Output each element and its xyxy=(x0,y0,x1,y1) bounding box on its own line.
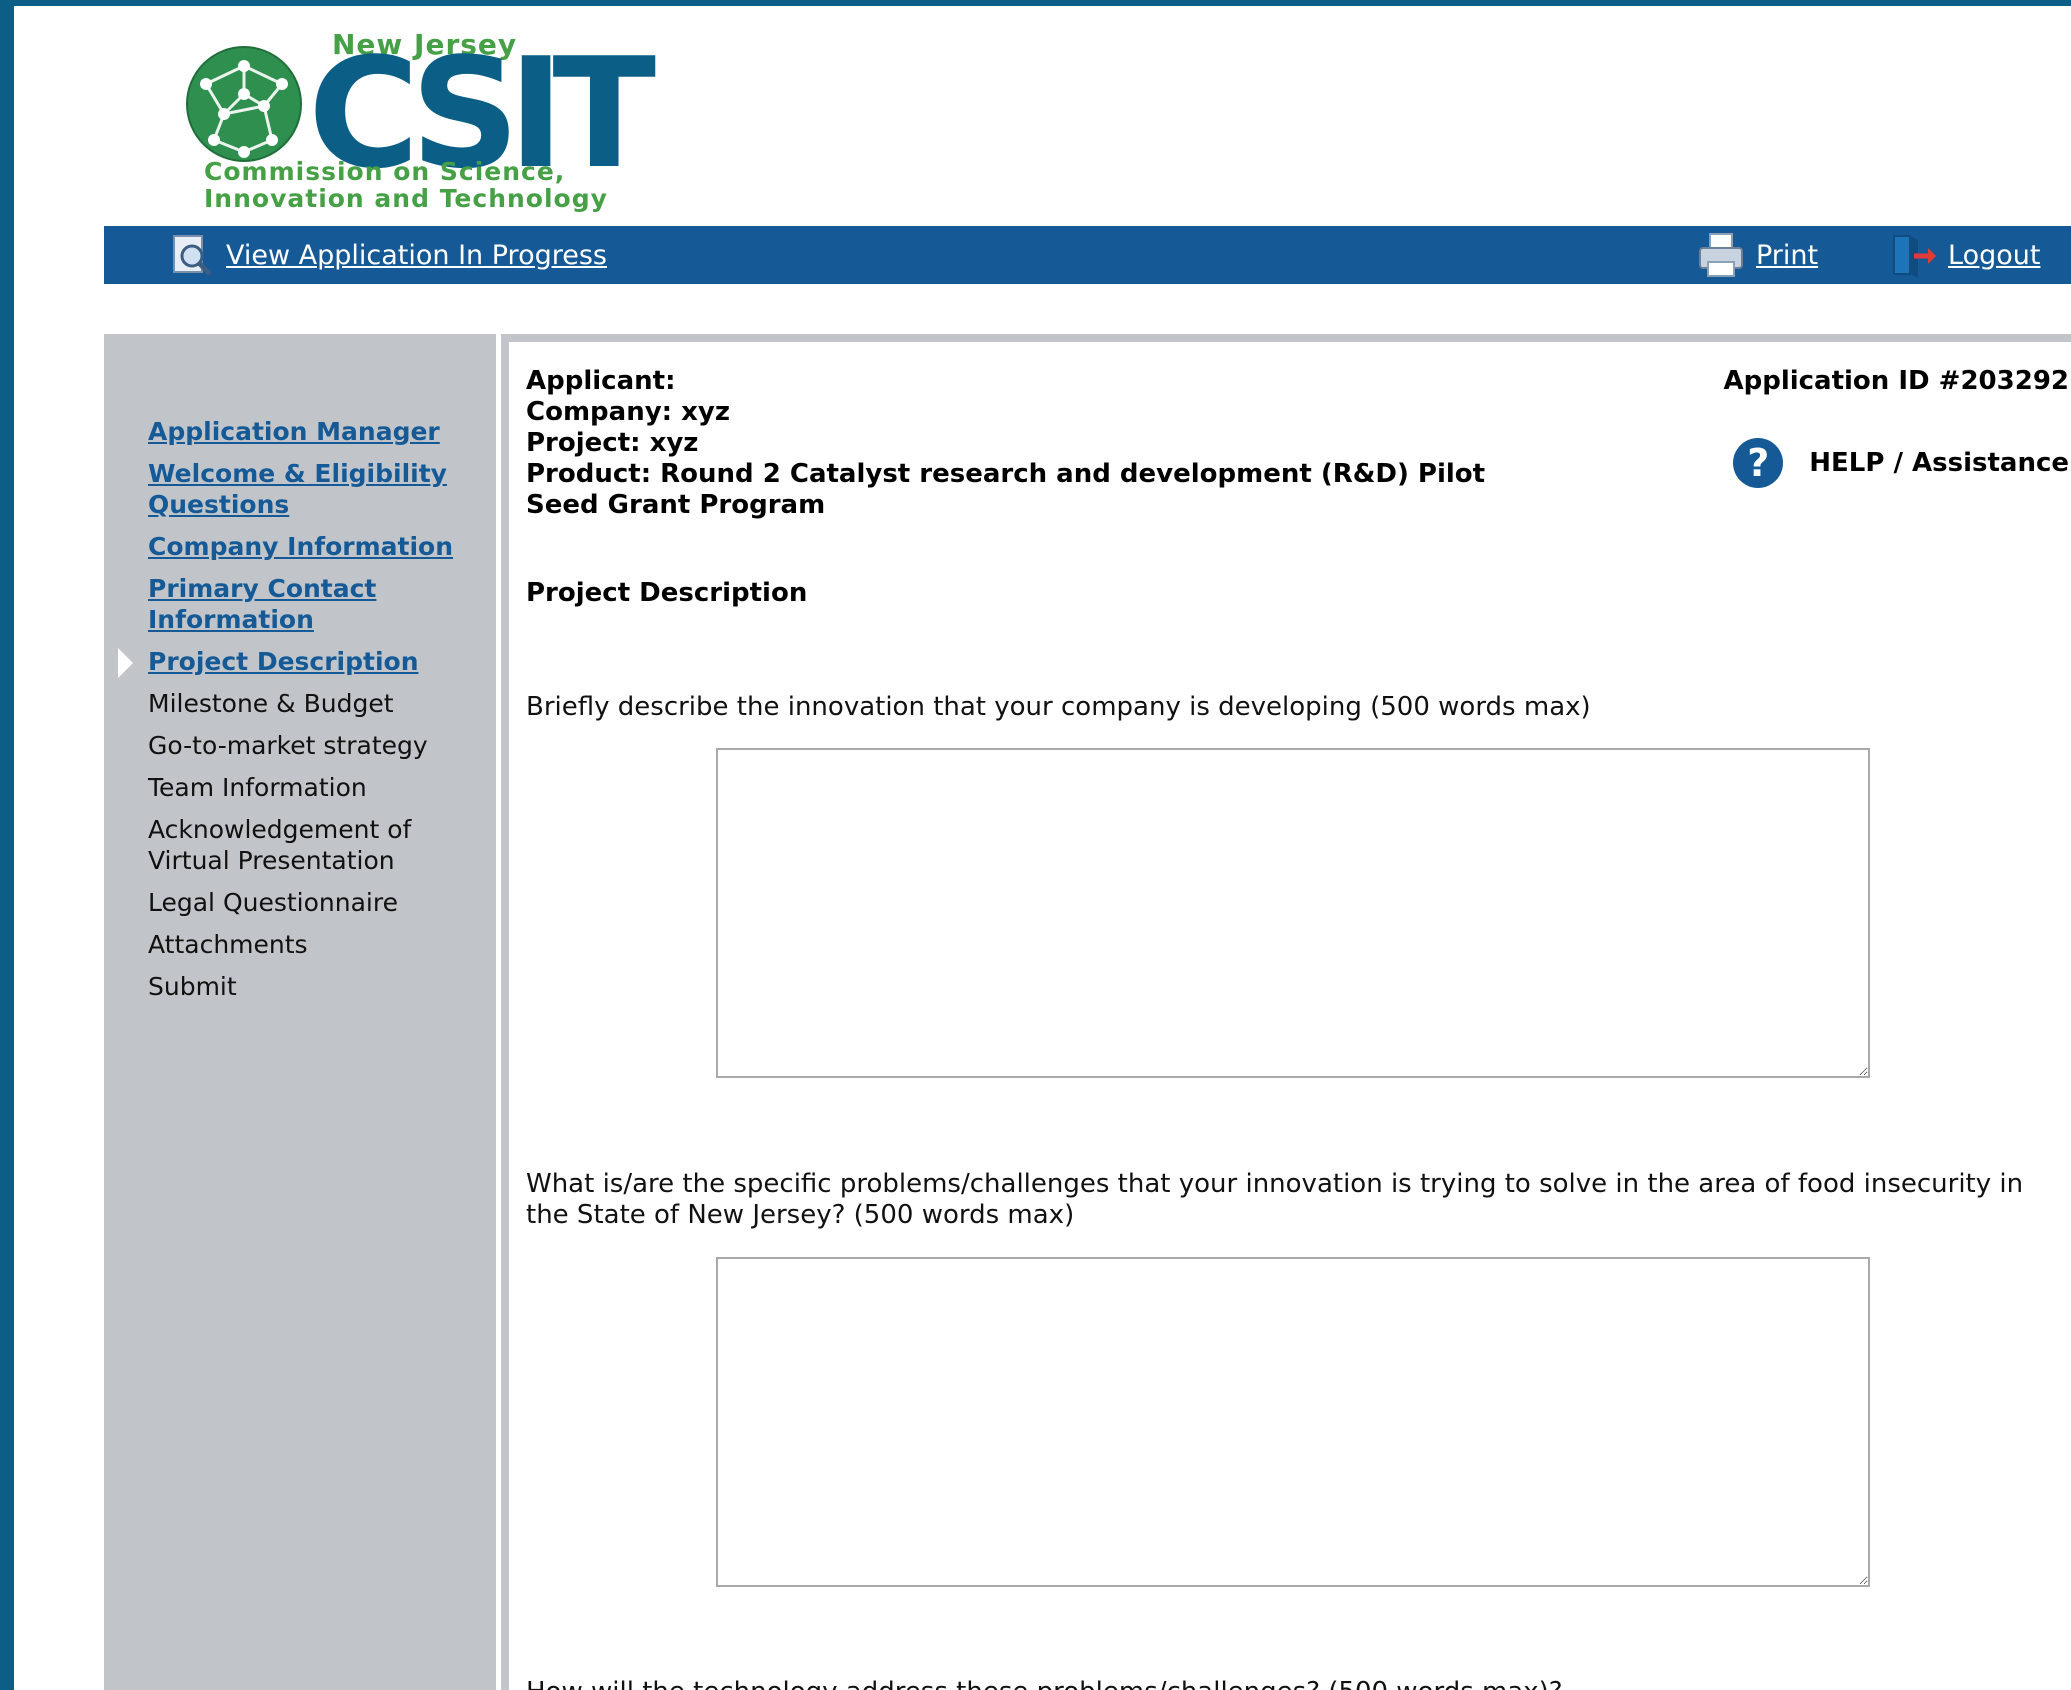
sidebar-nav-list: Application Manager Welcome & Eligibilit… xyxy=(118,416,488,1013)
sidebar-item-acknowledgement: Acknowledgement of Virtual Presentation xyxy=(148,814,488,876)
sidebar-item-attachments: Attachments xyxy=(148,929,488,960)
sidebar-item-milestone-budget: Milestone & Budget xyxy=(148,688,488,719)
content-panel: Applicant: Company: xyz Project: xyz Pro… xyxy=(501,334,2071,1690)
top-navbar: View Application In Progress Print Logou… xyxy=(104,226,2071,284)
sidebar-item-project-description[interactable]: Project Description xyxy=(118,646,488,678)
logout-door-arrow-icon xyxy=(1893,235,1936,278)
sidebar-item-label: Welcome & Eligibility Questions xyxy=(148,459,447,519)
sidebar-item-label: Project Description xyxy=(148,647,419,676)
sidebar-item-label: Primary Contact Information xyxy=(148,574,377,634)
sidebar-item-label: Go-to-market strategy xyxy=(148,731,428,760)
section-title: Project Description xyxy=(526,578,808,608)
magnifier-document-icon xyxy=(173,235,212,276)
logo-subtitle-line2: Innovation and Technology xyxy=(204,184,608,213)
content-inner: Applicant: Company: xyz Project: xyz Pro… xyxy=(509,342,2071,1690)
sidebar-item-welcome-eligibility[interactable]: Welcome & Eligibility Questions xyxy=(148,458,488,520)
logout-link[interactable]: Logout xyxy=(1888,226,2040,284)
applicant-line: Applicant: xyxy=(526,366,676,396)
sidebar-item-label: Acknowledgement of Virtual Presentation xyxy=(148,815,412,875)
question-2-label: What is/are the specific problems/challe… xyxy=(526,1169,2024,1230)
question-1-label: Briefly describe the innovation that you… xyxy=(526,692,1591,722)
sidebar-item-label: Team Information xyxy=(148,773,367,802)
logo-subtitle: Commission on Science, Innovation and Te… xyxy=(204,158,608,212)
question-2-textarea[interactable] xyxy=(716,1257,1870,1587)
sidebar: Application Manager Welcome & Eligibilit… xyxy=(104,334,496,1690)
sidebar-item-submit: Submit xyxy=(148,971,488,1002)
page: New Jersey CSIT Commission on Science, I… xyxy=(14,6,2071,1690)
application-id: Application ID #203292 xyxy=(1723,366,2069,396)
sidebar-item-company-information[interactable]: Company Information xyxy=(148,531,488,562)
csit-logo: New Jersey CSIT Commission on Science, I… xyxy=(184,28,656,228)
sidebar-item-label: Legal Questionnaire xyxy=(148,888,398,917)
question-1-textarea[interactable] xyxy=(716,748,1870,1078)
sidebar-item-go-to-market: Go-to-market strategy xyxy=(148,730,488,761)
project-line: Project: xyz xyxy=(526,428,699,458)
sidebar-item-legal-questionnaire: Legal Questionnaire xyxy=(148,887,488,918)
question-3-label: How will the technology address these pr… xyxy=(526,1677,2061,1690)
sidebar-item-label: Submit xyxy=(148,972,237,1001)
sidebar-item-label: Milestone & Budget xyxy=(148,689,394,718)
sidebar-item-application-manager[interactable]: Application Manager xyxy=(148,416,488,447)
sidebar-item-label: Company Information xyxy=(148,532,454,561)
application-info: Applicant: Company: xyz Project: xyz Pro… xyxy=(526,366,1506,521)
sidebar-item-label: Attachments xyxy=(148,930,308,959)
sidebar-item-team-information: Team Information xyxy=(148,772,488,803)
current-page-arrow-icon xyxy=(118,648,133,678)
sidebar-item-label: Application Manager xyxy=(148,417,440,446)
globe-network-icon xyxy=(186,46,302,162)
logo-subtitle-line1: Commission on Science, xyxy=(204,157,566,186)
sidebar-item-primary-contact[interactable]: Primary Contact Information xyxy=(148,573,488,635)
help-label: HELP / Assistance xyxy=(1809,448,2069,478)
product-line: Product: Round 2 Catalyst research and d… xyxy=(526,459,1486,520)
company-line: Company: xyz xyxy=(526,397,730,427)
view-application-label: View Application In Progress xyxy=(226,239,607,271)
print-link[interactable]: Print xyxy=(1696,226,1818,284)
help-question-icon: ? xyxy=(1733,438,1784,488)
help-assistance-link[interactable]: ? HELP / Assistance xyxy=(1733,438,2069,488)
logout-label: Logout xyxy=(1948,239,2041,271)
printer-icon xyxy=(1699,233,1743,277)
print-label: Print xyxy=(1756,239,1819,271)
view-application-link[interactable]: View Application In Progress xyxy=(166,226,607,284)
